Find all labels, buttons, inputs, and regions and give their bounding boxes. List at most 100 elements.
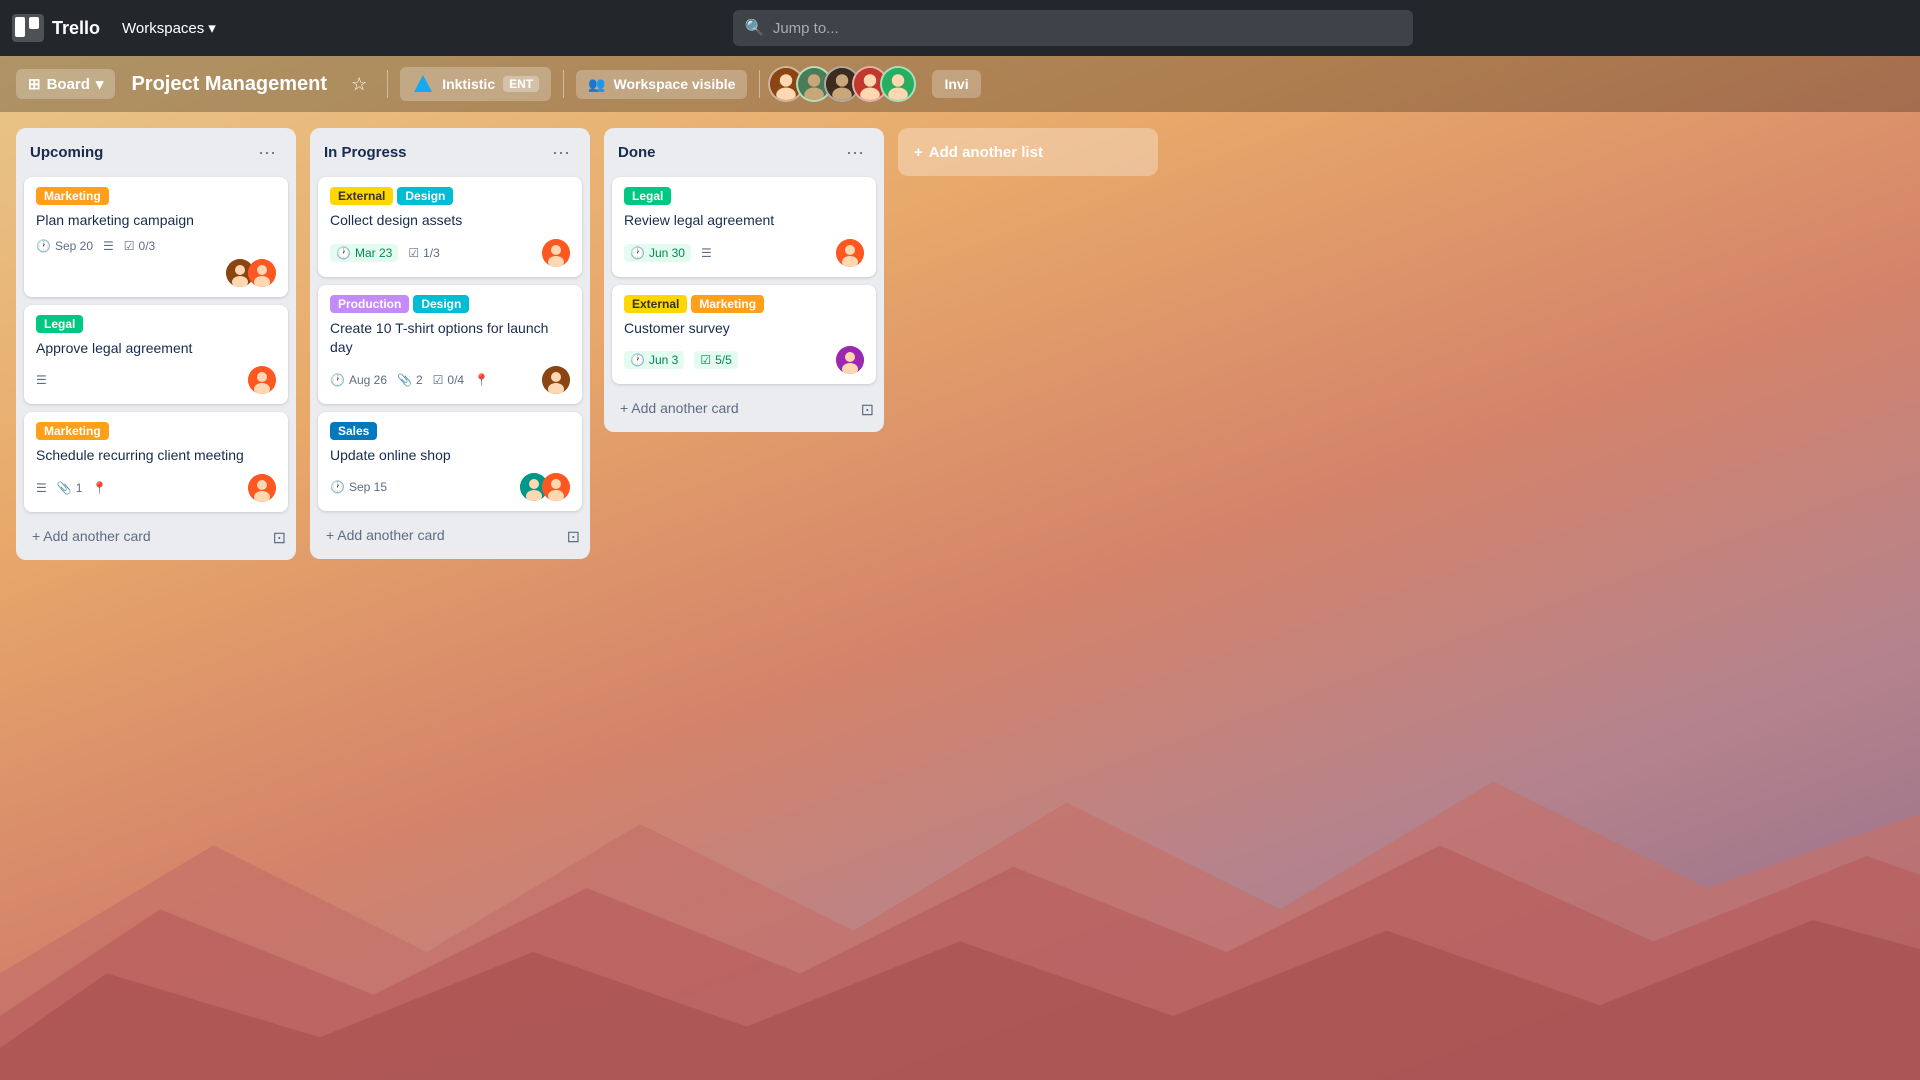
card-title: Create 10 T-shirt options for launch day [330, 319, 570, 358]
card-desc: ☰ [701, 246, 712, 260]
card-update-shop[interactable]: Sales Update online shop 🕐 Sep 15 [318, 412, 582, 512]
card-avatar [836, 346, 864, 374]
card-avatars [226, 259, 276, 287]
card-checklist: ☑ 1/3 [408, 246, 439, 260]
workspace-visible-button[interactable]: 👥 Workspace visible [576, 70, 747, 99]
card-footer: 🕐 Jun 30 ☰ [624, 239, 864, 267]
card-date: 🕐 Sep 20 [36, 239, 93, 253]
card-schedule-meeting[interactable]: Marketing Schedule recurring client meet… [24, 412, 288, 512]
avatar-5[interactable] [880, 66, 916, 102]
chevron-down-icon: ▾ [96, 75, 104, 93]
label-sales: Sales [330, 422, 377, 440]
attachment-icon: 📎 [397, 373, 412, 387]
card-avatar [248, 259, 276, 287]
card-approve-legal[interactable]: Legal Approve legal agreement ☰ [24, 305, 288, 405]
trello-logo-icon [12, 14, 44, 42]
checklist-icon: ☑ [700, 353, 711, 367]
search-input[interactable] [773, 20, 1401, 37]
label-design: Design [413, 295, 469, 313]
clock-icon: 🕐 [330, 373, 345, 387]
list-cards-inprogress: External Design Collect design assets 🕐 … [310, 173, 590, 515]
card-desc: ☰ [103, 239, 114, 253]
card-location: 📍 [474, 373, 489, 387]
card-title: Approve legal agreement [36, 339, 276, 359]
card-tshirt-options[interactable]: Production Design Create 10 T-shirt opti… [318, 285, 582, 404]
checklist-icon: ☑ [408, 246, 419, 260]
list-title-inprogress: In Progress [324, 144, 407, 161]
clock-icon: 🕐 [336, 246, 351, 260]
card-template-button[interactable]: ⊡ [561, 523, 586, 551]
card-title: Customer survey [624, 319, 864, 339]
card-footer: ☰ [36, 366, 276, 394]
trello-logo[interactable]: Trello [12, 14, 100, 42]
list-cards-done: Legal Review legal agreement 🕐 Jun 30 ☰ [604, 173, 884, 388]
card-labels: Marketing [36, 422, 276, 440]
invite-button[interactable]: Invi [932, 70, 980, 98]
card-meta: 🕐 Aug 26 📎 2 ☑ 0/4 📍 [330, 373, 489, 387]
chevron-down-icon: ▾ [208, 19, 216, 37]
list-menu-button-done[interactable]: ··· [840, 140, 870, 165]
add-card-button-done[interactable]: + Add another card [608, 392, 855, 424]
card-date: 🕐 Aug 26 [330, 373, 387, 387]
add-list-button[interactable]: + Add another list [898, 128, 1158, 176]
board-title: Project Management [131, 73, 327, 96]
member-avatars [776, 66, 916, 102]
divider [387, 70, 388, 98]
card-checklist: ☑ 0/3 [124, 239, 155, 253]
card-review-legal[interactable]: Legal Review legal agreement 🕐 Jun 30 ☰ [612, 177, 876, 277]
card-location: 📍 [92, 481, 107, 495]
card-labels: Legal [36, 315, 276, 333]
label-design: Design [397, 187, 453, 205]
card-footer: 🕐 Mar 23 ☑ 1/3 [330, 239, 570, 267]
add-card-button-upcoming[interactable]: + Add another card [20, 520, 267, 552]
card-meta: 🕐 Jun 3 ☑ 5/5 [624, 351, 738, 369]
board-view-button[interactable]: ⊞ Board ▾ [16, 69, 115, 99]
card-labels: Legal [624, 187, 864, 205]
card-avatars [248, 366, 276, 394]
card-template-button[interactable]: ⊡ [267, 524, 292, 552]
star-button[interactable]: ☆ [343, 70, 375, 99]
list-menu-button-upcoming[interactable]: ··· [252, 140, 282, 165]
card-title: Schedule recurring client meeting [36, 446, 276, 466]
add-card-button-inprogress[interactable]: + Add another card [314, 519, 561, 551]
card-attachments: 📎 2 [397, 373, 423, 387]
card-labels: External Design [330, 187, 570, 205]
card-customer-survey[interactable]: External Marketing Customer survey 🕐 Jun… [612, 285, 876, 385]
card-date: 🕐 Sep 15 [330, 480, 387, 494]
list-done: Done ··· Legal Review legal agreement 🕐 … [604, 128, 884, 432]
card-avatar [542, 239, 570, 267]
card-labels: Sales [330, 422, 570, 440]
card-desc: ☰ [36, 481, 47, 495]
card-labels: External Marketing [624, 295, 864, 313]
card-desc: ☰ [36, 373, 47, 387]
card-title: Update online shop [330, 446, 570, 466]
clock-icon: 🕐 [630, 353, 645, 367]
card-avatars [836, 239, 864, 267]
label-marketing: Marketing [36, 187, 109, 205]
workspaces-button[interactable]: Workspaces ▾ [112, 13, 226, 43]
card-collect-design[interactable]: External Design Collect design assets 🕐 … [318, 177, 582, 277]
card-meta: 🕐 Sep 15 [330, 480, 387, 494]
card-footer: ☰ 📎 1 📍 [36, 474, 276, 502]
list-menu-button-inprogress[interactable]: ··· [546, 140, 576, 165]
list-title-done: Done [618, 144, 656, 161]
card-avatar [248, 474, 276, 502]
card-attachments: 📎 1 [57, 481, 83, 495]
inktistic-button[interactable]: Inktistic ENT [400, 67, 551, 101]
label-marketing: Marketing [691, 295, 764, 313]
board-content: Upcoming ··· Marketing Plan marketing ca… [0, 112, 1920, 1080]
card-plan-marketing[interactable]: Marketing Plan marketing campaign 🕐 Sep … [24, 177, 288, 297]
board-header: ⊞ Board ▾ Project Management ☆ Inktistic… [0, 56, 1920, 112]
card-checklist-green: ☑ 5/5 [694, 351, 737, 369]
card-title: Plan marketing campaign [36, 211, 276, 231]
attachment-icon: 📎 [57, 481, 72, 495]
card-labels: Production Design [330, 295, 570, 313]
card-template-button[interactable]: ⊡ [855, 396, 880, 424]
clock-icon: 🕐 [630, 246, 645, 260]
card-footer: 🕐 Jun 3 ☑ 5/5 [624, 346, 864, 374]
card-labels: Marketing [36, 187, 276, 205]
search-bar[interactable]: 🔍 [733, 10, 1413, 46]
card-avatars [542, 239, 570, 267]
card-avatars [248, 474, 276, 502]
card-footer: 🕐 Sep 15 [330, 473, 570, 501]
